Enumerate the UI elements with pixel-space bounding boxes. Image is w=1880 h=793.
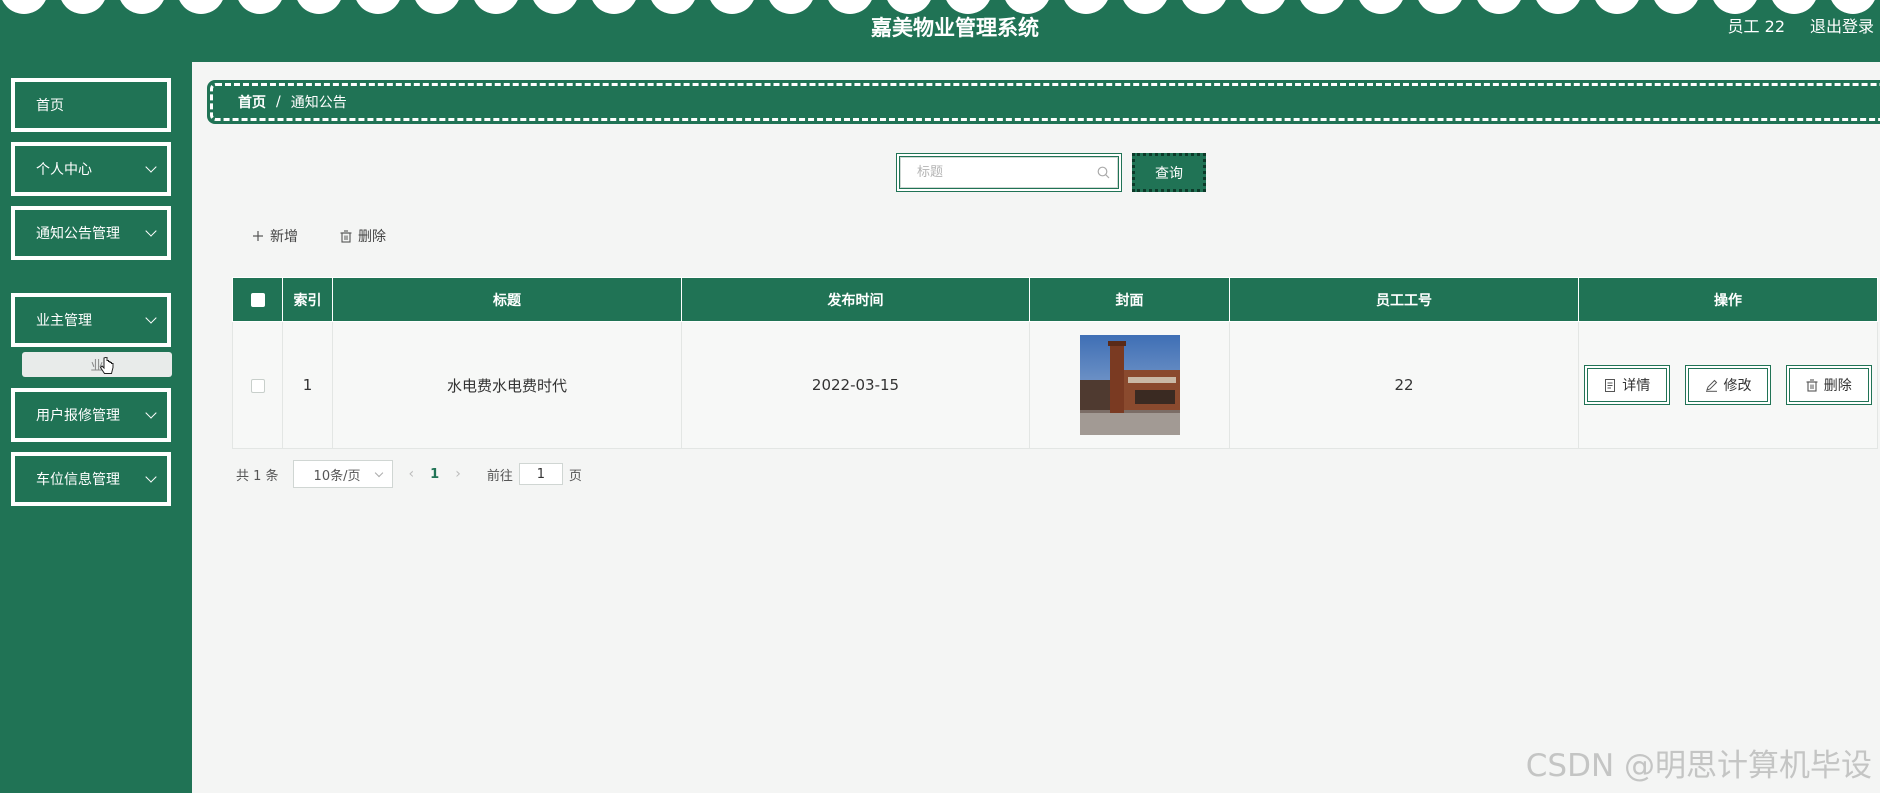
sidebar-item-label: 用户报修管理 [36,408,120,424]
trash-icon [340,229,352,243]
watermark: CSDN @明思计算机毕设 [1525,748,1872,784]
search-icon [1097,166,1110,179]
breadcrumb-separator: / [276,94,281,110]
row-checkbox[interactable] [250,378,265,393]
app-title: 嘉美物业管理系统 [871,16,1039,40]
sidebar-item-owner-management[interactable]: 业主管理 [11,293,171,347]
row-select-cell [232,321,283,449]
chevron-down-icon [145,407,157,419]
query-button[interactable]: 查询 [1132,153,1206,192]
page-size-value: 10条/页 [313,468,361,484]
cell-employee-id: 22 [1229,321,1579,449]
cover-image [1079,335,1180,435]
goto-label: 前往 [486,468,513,484]
cell-index: 1 [282,321,333,449]
plus-icon [253,231,263,241]
chevron-down-icon [145,471,157,483]
page-number-current[interactable]: 1 [430,467,439,482]
column-header-publish-time: 发布时间 [681,277,1030,322]
sidebar-item-notice-management[interactable]: 通知公告管理 [11,206,171,260]
trash-icon [1806,378,1818,392]
add-button[interactable]: 新增 [252,226,298,246]
logout-link[interactable]: 退出登录 [1810,13,1874,37]
chevron-down-icon [374,468,383,478]
sidebar-item-personal-center[interactable]: 个人中心 [11,142,171,196]
column-header-index: 索引 [282,277,333,322]
chevron-down-icon [145,161,157,173]
document-icon [1605,378,1616,392]
notice-table: 索引 标题 发布时间 封面 员工工号 操作 1 水电费水电费时代 2022-03… [232,277,1878,449]
hand-cursor-icon [100,357,114,374]
add-button-label: 新增 [270,229,298,245]
table-row: 1 水电费水电费时代 2022-03-15 22 详情 修改 删除 [232,321,1878,449]
prev-page-button[interactable]: ‹ [409,466,415,482]
column-header-operations: 操作 [1578,277,1878,322]
page-suffix: 页 [568,468,582,484]
sidebar-item-label: 首页 [36,98,64,114]
sidebar-item-label: 通知公告管理 [36,226,120,242]
delete-button-label: 删除 [358,229,386,245]
breadcrumb-home[interactable]: 首页 [238,92,266,112]
sidebar-item-parking-management[interactable]: 车位信息管理 [11,452,171,506]
sidebar-item-label: 车位信息管理 [36,472,120,488]
sidebar-item-home[interactable]: 首页 [11,78,171,132]
select-all-checkbox[interactable] [250,292,265,307]
goto-page-input[interactable] [518,463,563,485]
cell-publish-time: 2022-03-15 [681,321,1030,449]
sidebar-item-repair-management[interactable]: 用户报修管理 [11,388,171,442]
detail-button-label: 详情 [1622,378,1651,394]
column-header-title: 标题 [332,277,682,322]
next-page-button[interactable]: › [455,466,461,482]
top-header: 嘉美物业管理系统 员工 22 退出登录 [0,0,1880,62]
cell-operations: 详情 修改 删除 [1578,321,1878,449]
pencil-icon [1705,379,1717,392]
search-box [896,153,1122,192]
pagination-total: 共 1 条 [236,468,279,484]
select-all-cell [232,277,283,322]
sidebar-item-label: 业主管理 [36,313,92,329]
column-header-cover: 封面 [1029,277,1230,322]
chevron-down-icon [145,225,157,237]
cell-cover [1029,321,1230,449]
column-header-employee-id: 员工工号 [1229,277,1579,322]
table-header-row: 索引 标题 发布时间 封面 员工工号 操作 [232,277,1878,322]
sidebar: 首页 个人中心 通知公告管理 业主管理 业 用户报修管理 车位信息管理 [0,62,192,793]
current-user: 员工 22 [1727,17,1785,36]
edit-button[interactable]: 修改 [1685,365,1771,405]
cell-title: 水电费水电费时代 [332,321,682,449]
row-delete-button-label: 删除 [1823,378,1852,394]
sidebar-subitem-owner[interactable]: 业 [22,352,172,377]
batch-delete-button[interactable]: 删除 [340,226,386,246]
edit-button-label: 修改 [1723,378,1752,394]
page-size-select[interactable]: 10条/页 [292,460,393,488]
breadcrumb: 首页 / 通知公告 [207,80,1880,124]
chevron-down-icon [145,312,157,324]
breadcrumb-inner: 首页 / 通知公告 [210,83,1880,121]
search-input[interactable] [900,157,1118,188]
sidebar-item-label: 个人中心 [36,162,92,178]
breadcrumb-current: 通知公告 [290,95,347,111]
row-delete-button[interactable]: 删除 [1785,365,1872,405]
detail-button[interactable]: 详情 [1584,365,1671,405]
pagination: 共 1 条 10条/页 ‹ 1 › 前往 页 [236,460,582,488]
